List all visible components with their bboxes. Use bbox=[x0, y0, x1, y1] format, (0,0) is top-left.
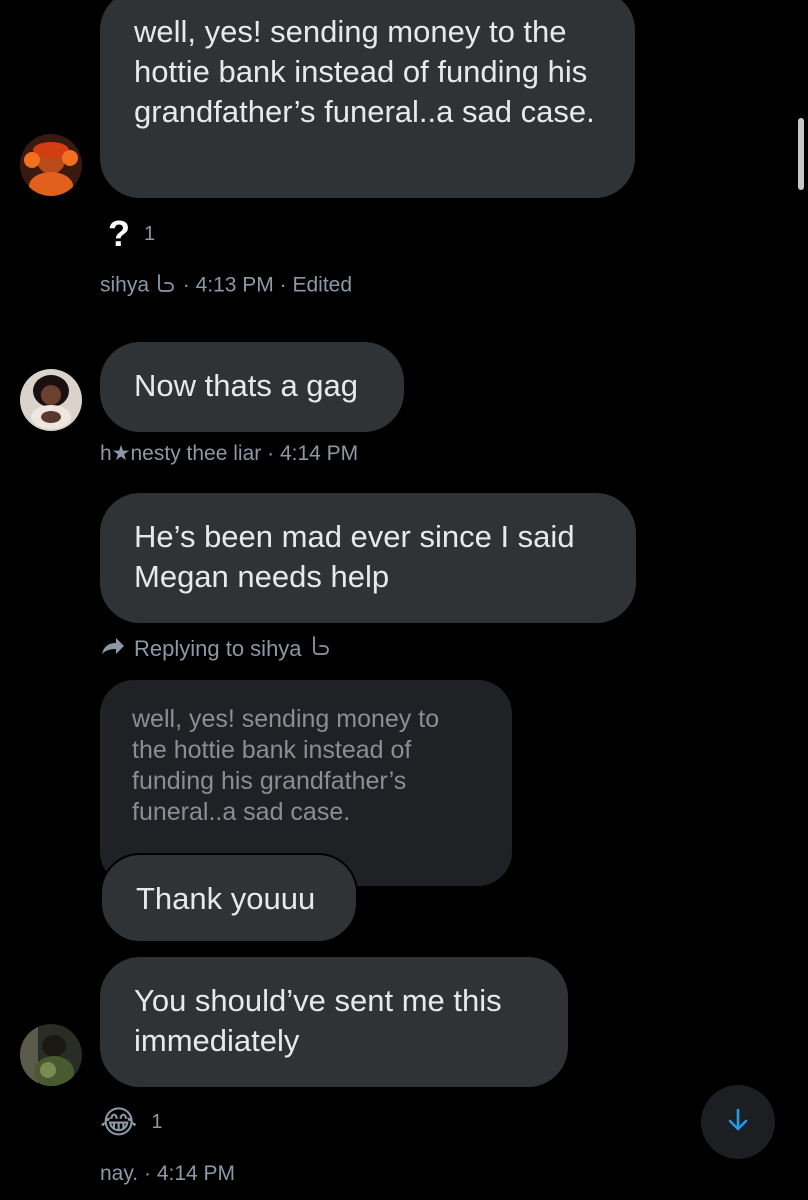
scroll-to-bottom-button[interactable] bbox=[701, 1085, 775, 1159]
message-meta: h★nesty thee liar · 4:14 PM bbox=[100, 441, 358, 466]
reaction-bar[interactable]: ? 1 bbox=[108, 213, 155, 255]
separator: · bbox=[182, 273, 190, 297]
message-bubble[interactable]: well, yes! sending money to the hottie b… bbox=[100, 0, 635, 198]
avatar[interactable] bbox=[20, 369, 82, 431]
avatar[interactable] bbox=[20, 1024, 82, 1086]
message-text: You should’ve sent me this immediately bbox=[134, 983, 502, 1058]
author-name[interactable]: nay. bbox=[100, 1162, 138, 1185]
message-bubble[interactable]: Thank youuu bbox=[100, 853, 358, 943]
author-name[interactable]: sihya bbox=[100, 274, 149, 297]
avatar[interactable] bbox=[20, 134, 82, 196]
hook-icon bbox=[155, 272, 177, 300]
separator: · bbox=[267, 442, 275, 465]
tears-of-joy-reaction-icon: 😂 bbox=[100, 1104, 138, 1140]
message-text: Now thats a gag bbox=[134, 368, 359, 403]
edited-label: Edited bbox=[292, 273, 353, 297]
scrollbar[interactable] bbox=[798, 118, 804, 190]
reaction-bar[interactable]: 😂 1 bbox=[100, 1104, 163, 1140]
quoted-text: well, yes! sending money to the hottie b… bbox=[132, 705, 440, 826]
reply-label: Replying to sihya bbox=[134, 636, 302, 661]
message-text: well, yes! sending money to the hottie b… bbox=[134, 14, 595, 129]
reply-arrow-icon bbox=[100, 634, 126, 664]
hook-icon bbox=[310, 634, 332, 664]
timestamp: 4:14 PM bbox=[156, 1162, 236, 1185]
separator: · bbox=[143, 1162, 151, 1185]
message-bubble[interactable]: Now thats a gag bbox=[100, 342, 404, 432]
message-text: Thank youuu bbox=[136, 881, 316, 916]
timestamp: 4:14 PM bbox=[279, 442, 359, 465]
reaction-count: 1 bbox=[144, 222, 156, 245]
author-name[interactable]: h★nesty thee liar bbox=[100, 442, 261, 465]
message-text: He’s been mad ever since I said Megan ne… bbox=[134, 519, 575, 594]
question-mark-reaction-icon: ? bbox=[108, 213, 130, 254]
separator: · bbox=[279, 273, 287, 297]
reply-context[interactable]: Replying to sihya bbox=[100, 634, 332, 664]
message-bubble[interactable]: You should’ve sent me this immediately bbox=[100, 957, 568, 1087]
reaction-count: 1 bbox=[151, 1110, 163, 1133]
message-meta: sihya · 4:13 PM · Edited bbox=[100, 272, 352, 300]
message-bubble[interactable]: He’s been mad ever since I said Megan ne… bbox=[100, 493, 636, 623]
arrow-down-icon bbox=[724, 1106, 752, 1139]
message-meta: nay. · 4:14 PM bbox=[100, 1162, 235, 1186]
timestamp: 4:13 PM bbox=[195, 273, 274, 297]
